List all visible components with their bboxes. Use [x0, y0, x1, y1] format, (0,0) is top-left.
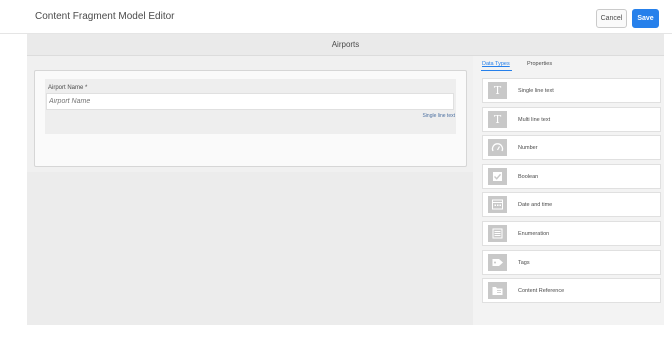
- data-type-label: Tags: [518, 259, 530, 266]
- active-tab-indicator: [481, 70, 512, 71]
- checkbox-icon: [488, 167, 507, 185]
- data-type-label: Single line text: [518, 88, 554, 94]
- data-type-enumeration[interactable]: Enumeration: [482, 220, 661, 246]
- tab-properties[interactable]: Properties: [527, 61, 552, 67]
- data-type-boolean[interactable]: Boolean: [482, 163, 661, 189]
- model-title-bar: Airports: [27, 34, 664, 56]
- list-icon: [488, 224, 507, 242]
- editor-canvas[interactable]: Airport Name * Single line text: [27, 56, 473, 325]
- data-type-tags[interactable]: Tags: [482, 249, 661, 275]
- data-type-label: Date and time: [518, 202, 553, 209]
- data-type-content-reference[interactable]: Content Reference: [482, 278, 661, 304]
- field-label: Airport Name *: [48, 85, 88, 91]
- field-type-label: Single line text: [422, 113, 455, 119]
- canvas-drop-area: [27, 172, 473, 325]
- cancel-button[interactable]: Cancel: [596, 9, 627, 28]
- save-button[interactable]: Save: [632, 9, 659, 28]
- tag-icon: [488, 253, 507, 271]
- tab-data-types[interactable]: Data Types: [482, 61, 510, 67]
- text-t-icon: T: [488, 110, 507, 128]
- data-type-single-line-text[interactable]: T Single line text: [482, 78, 661, 103]
- data-type-multi-line-text[interactable]: T Multi line text: [482, 106, 661, 132]
- data-type-label: Boolean: [518, 173, 539, 180]
- text-t-icon: T: [488, 82, 507, 99]
- folder-reference-icon: [488, 282, 507, 300]
- data-type-label: Number: [518, 145, 538, 152]
- data-type-number[interactable]: Number: [482, 135, 661, 161]
- data-type-label: Content Reference: [518, 288, 565, 295]
- model-title: Airports: [331, 40, 360, 49]
- calendar-icon: [488, 196, 507, 214]
- data-type-label: Enumeration: [518, 230, 550, 237]
- top-bar: Content Fragment Model Editor Cancel Sav…: [0, 0, 672, 34]
- app-title: Content Fragment Model Editor: [35, 11, 175, 22]
- data-types-panel: Data Types Properties T Single line text…: [473, 56, 664, 325]
- form-card: Airport Name * Single line text: [34, 70, 467, 167]
- gauge-icon: [488, 139, 507, 157]
- data-type-label: Multi line text: [518, 116, 551, 123]
- airport-name-input[interactable]: [46, 93, 454, 110]
- data-type-list: T Single line text T Multi line text Num…: [482, 78, 661, 307]
- form-field[interactable]: Airport Name * Single line text: [45, 79, 456, 134]
- data-type-date-and-time[interactable]: Date and time: [482, 192, 661, 218]
